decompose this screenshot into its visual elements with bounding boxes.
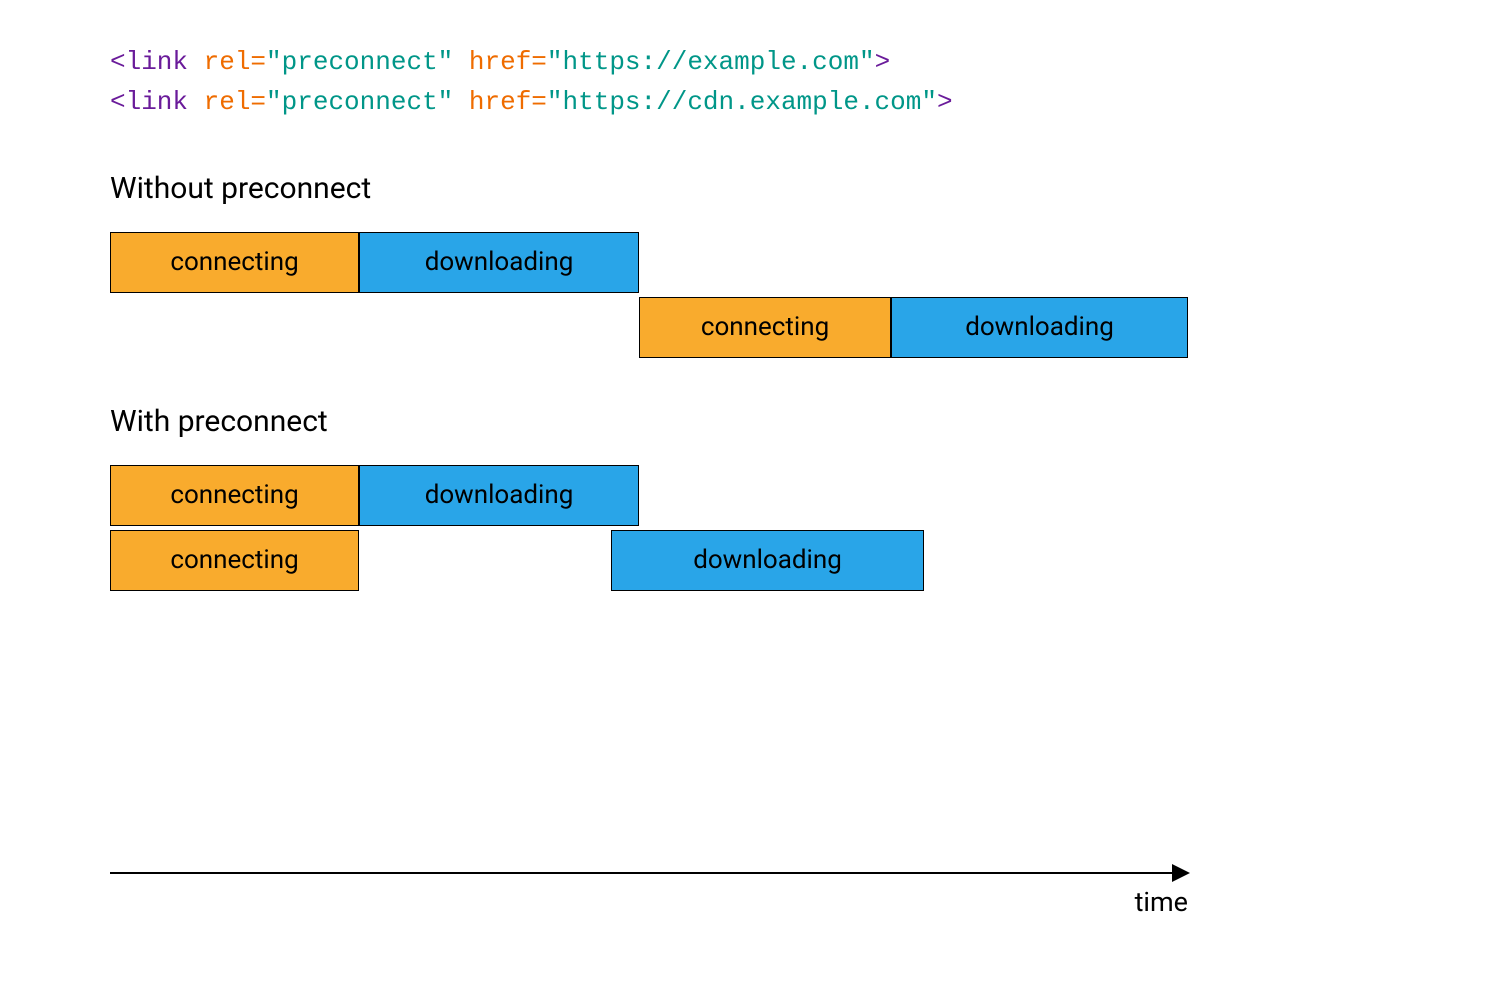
- code-tag: <link: [110, 47, 204, 77]
- timeline-row: connecting downloading: [110, 232, 1188, 295]
- code-val: "preconnect": [266, 47, 469, 77]
- code-attr: href=: [469, 87, 547, 117]
- section-title-with: With preconnect: [110, 404, 1378, 439]
- axis-line: [110, 872, 1188, 874]
- code-val: "https://example.com": [547, 47, 875, 77]
- phase-connecting: connecting: [639, 297, 891, 358]
- phase-downloading: downloading: [611, 530, 924, 591]
- timeline-with: connecting downloading connecting downlo…: [110, 465, 1188, 593]
- section-title-without: Without preconnect: [110, 171, 1378, 206]
- time-axis: time: [110, 872, 1188, 874]
- phase-downloading: downloading: [359, 232, 639, 293]
- code-line-2: <link rel="preconnect" href="https://cdn…: [110, 82, 1378, 122]
- code-line-1: <link rel="preconnect" href="https://exa…: [110, 42, 1378, 82]
- code-val: "preconnect": [266, 87, 469, 117]
- timeline-row: connecting downloading: [110, 297, 1188, 360]
- code-attr: href=: [469, 47, 547, 77]
- code-attr: rel=: [204, 47, 266, 77]
- code-val: "https://cdn.example.com": [547, 87, 937, 117]
- timeline-row: connecting downloading: [110, 465, 1188, 528]
- axis-label: time: [1135, 886, 1188, 918]
- phase-downloading: downloading: [891, 297, 1188, 358]
- phase-connecting: connecting: [110, 232, 359, 293]
- phase-connecting: connecting: [110, 465, 359, 526]
- timeline-row: connecting downloading: [110, 530, 1188, 593]
- code-attr: rel=: [204, 87, 266, 117]
- code-tag: >: [875, 47, 891, 77]
- phase-connecting: connecting: [110, 530, 359, 591]
- code-snippet: <link rel="preconnect" href="https://exa…: [110, 42, 1378, 123]
- code-tag: >: [937, 87, 953, 117]
- timeline-without: connecting downloading connecting downlo…: [110, 232, 1188, 360]
- code-tag: <link: [110, 87, 204, 117]
- phase-downloading: downloading: [359, 465, 639, 526]
- arrow-right-icon: [1172, 864, 1190, 882]
